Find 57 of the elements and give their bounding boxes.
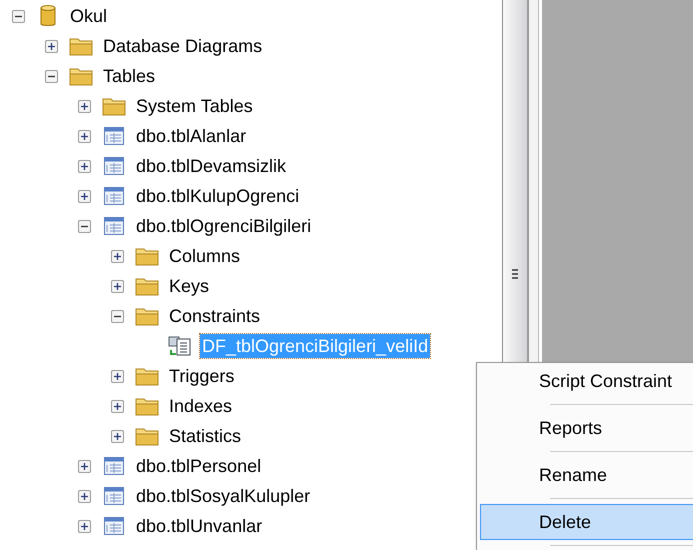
splitter-grip-icon[interactable] (512, 268, 518, 282)
table-icon (104, 517, 124, 535)
tree-item[interactable]: Triggers (167, 364, 236, 388)
folder-icon (135, 276, 159, 296)
tree-item[interactable]: Tables (101, 64, 158, 88)
tree-item[interactable]: Constraints (167, 304, 262, 328)
tree-item[interactable]: Keys (167, 274, 212, 298)
expand-icon[interactable] (78, 130, 90, 142)
menu-item[interactable]: Delete (480, 504, 693, 540)
tree-item[interactable]: dbo.tblAlanlar (134, 124, 248, 148)
collapse-icon[interactable] (78, 220, 90, 232)
folder-icon (135, 306, 159, 326)
expand-icon[interactable] (78, 190, 90, 202)
menu-item[interactable]: Reports (480, 410, 693, 446)
expand-icon[interactable] (78, 460, 90, 472)
tree-item[interactable]: dbo.tblSosyalKulupler (134, 484, 312, 508)
folder-icon (69, 66, 93, 86)
tree-item[interactable]: Okul (68, 4, 110, 28)
table-icon (104, 157, 124, 175)
collapse-icon[interactable] (110, 310, 124, 322)
folder-icon (102, 96, 126, 116)
folder-icon (135, 366, 159, 386)
folder-icon (69, 36, 93, 56)
expand-icon[interactable] (110, 400, 124, 412)
expand-icon[interactable] (110, 280, 124, 292)
menu-item[interactable]: Script Constraint (480, 363, 693, 399)
expand-icon[interactable] (44, 40, 58, 52)
tree-item[interactable]: Database Diagrams (101, 34, 264, 58)
menu-item[interactable]: Rename (480, 457, 693, 493)
table-icon (104, 127, 124, 145)
tree-item[interactable]: dbo.tblUnvanlar (134, 514, 264, 538)
table-icon (104, 187, 124, 205)
constraint-icon (168, 335, 192, 357)
table-icon (104, 217, 124, 235)
tree-item[interactable]: dbo.tblKulupOgrenci (134, 184, 302, 208)
tree-item[interactable]: System Tables (134, 94, 255, 118)
expand-icon[interactable] (110, 430, 124, 442)
tree-item[interactable]: Indexes (167, 394, 234, 418)
expand-icon[interactable] (78, 160, 90, 172)
expand-icon[interactable] (110, 370, 124, 382)
tree-item[interactable]: dbo.tblDevamsizlik (134, 154, 288, 178)
collapse-icon[interactable] (12, 10, 24, 22)
tree-item[interactable]: Statistics (167, 424, 244, 448)
database-icon (40, 4, 56, 28)
collapse-icon[interactable] (44, 70, 58, 82)
expand-icon[interactable] (78, 490, 90, 502)
expand-icon[interactable] (78, 520, 90, 532)
table-icon (104, 487, 124, 505)
table-icon (104, 457, 124, 475)
folder-icon (135, 396, 159, 416)
tree-item[interactable]: dbo.tblPersonel (134, 454, 264, 478)
expand-icon[interactable] (110, 250, 124, 262)
tree-item[interactable]: Columns (167, 244, 242, 268)
tree-item[interactable]: dbo.tblOgrenciBilgileri (134, 214, 314, 238)
folder-icon (135, 246, 159, 266)
folder-icon (135, 426, 159, 446)
expand-icon[interactable] (78, 100, 90, 112)
